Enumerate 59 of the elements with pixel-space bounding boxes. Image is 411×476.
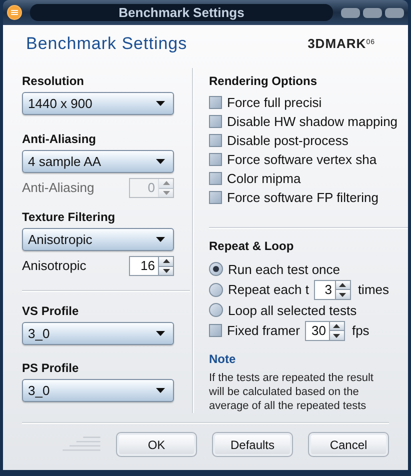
unit-label: times — [358, 281, 389, 299]
caret-icon — [156, 101, 165, 106]
checkbox-label: Disable HW shadow mapping — [227, 112, 398, 131]
unit-label: fps — [352, 322, 370, 340]
caret-icon — [156, 388, 165, 393]
option-label: Run each test once — [228, 260, 340, 278]
note-title: Note — [209, 351, 237, 368]
minimize-button[interactable] — [341, 8, 360, 18]
section-title: Rendering Options — [209, 73, 318, 90]
note-text: If the tests are repeated the result will be calculated based on the average of all the repeated tests — [209, 371, 374, 413]
checkbox[interactable] — [209, 324, 222, 338]
dropdown[interactable]: Anisotropic — [22, 228, 174, 251]
dialog-button[interactable]: Defaults — [212, 432, 293, 457]
dialog-button[interactable]: Cancel — [308, 432, 389, 457]
caret-icon — [156, 331, 165, 336]
checkbox[interactable] — [209, 115, 222, 128]
window-title: Benchmark Settings — [118, 4, 244, 22]
spinner-icon[interactable] — [158, 257, 173, 275]
field-label: VS Profile — [22, 303, 80, 320]
checkbox[interactable] — [209, 172, 222, 185]
caret-icon — [156, 237, 165, 242]
option-label: Repeat each t — [228, 281, 309, 299]
radio-button[interactable] — [209, 262, 223, 276]
field-label: Anti-Aliasing — [22, 179, 94, 198]
dropdown[interactable]: 3_0 — [22, 379, 174, 402]
radio-button[interactable] — [209, 282, 223, 297]
field-label: Anti-Aliasing — [22, 131, 97, 148]
spin-field[interactable]: 3 — [314, 280, 351, 300]
field-label: Texture Filtering — [22, 209, 116, 226]
close-button[interactable] — [385, 8, 404, 18]
field-label: Anisotropic — [22, 257, 86, 276]
checkbox-label: Force software FP filtering — [227, 188, 378, 207]
dialog-button[interactable]: OK — [116, 432, 197, 457]
maximize-button[interactable] — [363, 8, 382, 18]
spin-field[interactable]: 16 — [129, 256, 174, 276]
checkbox-label: Color mipma — [227, 170, 301, 188]
checkbox-label: Force full precisi — [227, 94, 322, 112]
dropdown[interactable]: 4 sample AA — [22, 150, 174, 173]
field-label: PS Profile — [22, 360, 80, 377]
spinner-icon[interactable] — [334, 280, 350, 299]
checkbox-label: Disable post-process — [227, 132, 348, 150]
option-label: Loop all selected tests — [228, 302, 357, 320]
section-title: Repeat & Loop — [209, 238, 295, 255]
page-title: Benchmark Settings — [26, 32, 188, 55]
option-label: Fixed framer — [227, 322, 300, 340]
checkbox[interactable] — [209, 134, 222, 147]
checkbox[interactable] — [209, 153, 222, 166]
logo: 3DMARK$^{06}$ — [308, 34, 375, 53]
spin-field[interactable]: 30 — [304, 320, 345, 341]
dropdown[interactable]: 3_0 — [22, 322, 174, 345]
caret-icon — [156, 159, 165, 164]
menu-icon[interactable] — [7, 5, 22, 20]
dropdown[interactable]: 1440 x 900 — [22, 92, 174, 115]
spinner-icon[interactable] — [328, 322, 344, 340]
checkbox[interactable] — [209, 96, 222, 109]
radio-button[interactable] — [209, 303, 223, 318]
checkbox[interactable] — [209, 191, 222, 204]
field-label: Resolution — [22, 73, 85, 90]
checkbox-label: Force software vertex sha — [227, 150, 377, 169]
